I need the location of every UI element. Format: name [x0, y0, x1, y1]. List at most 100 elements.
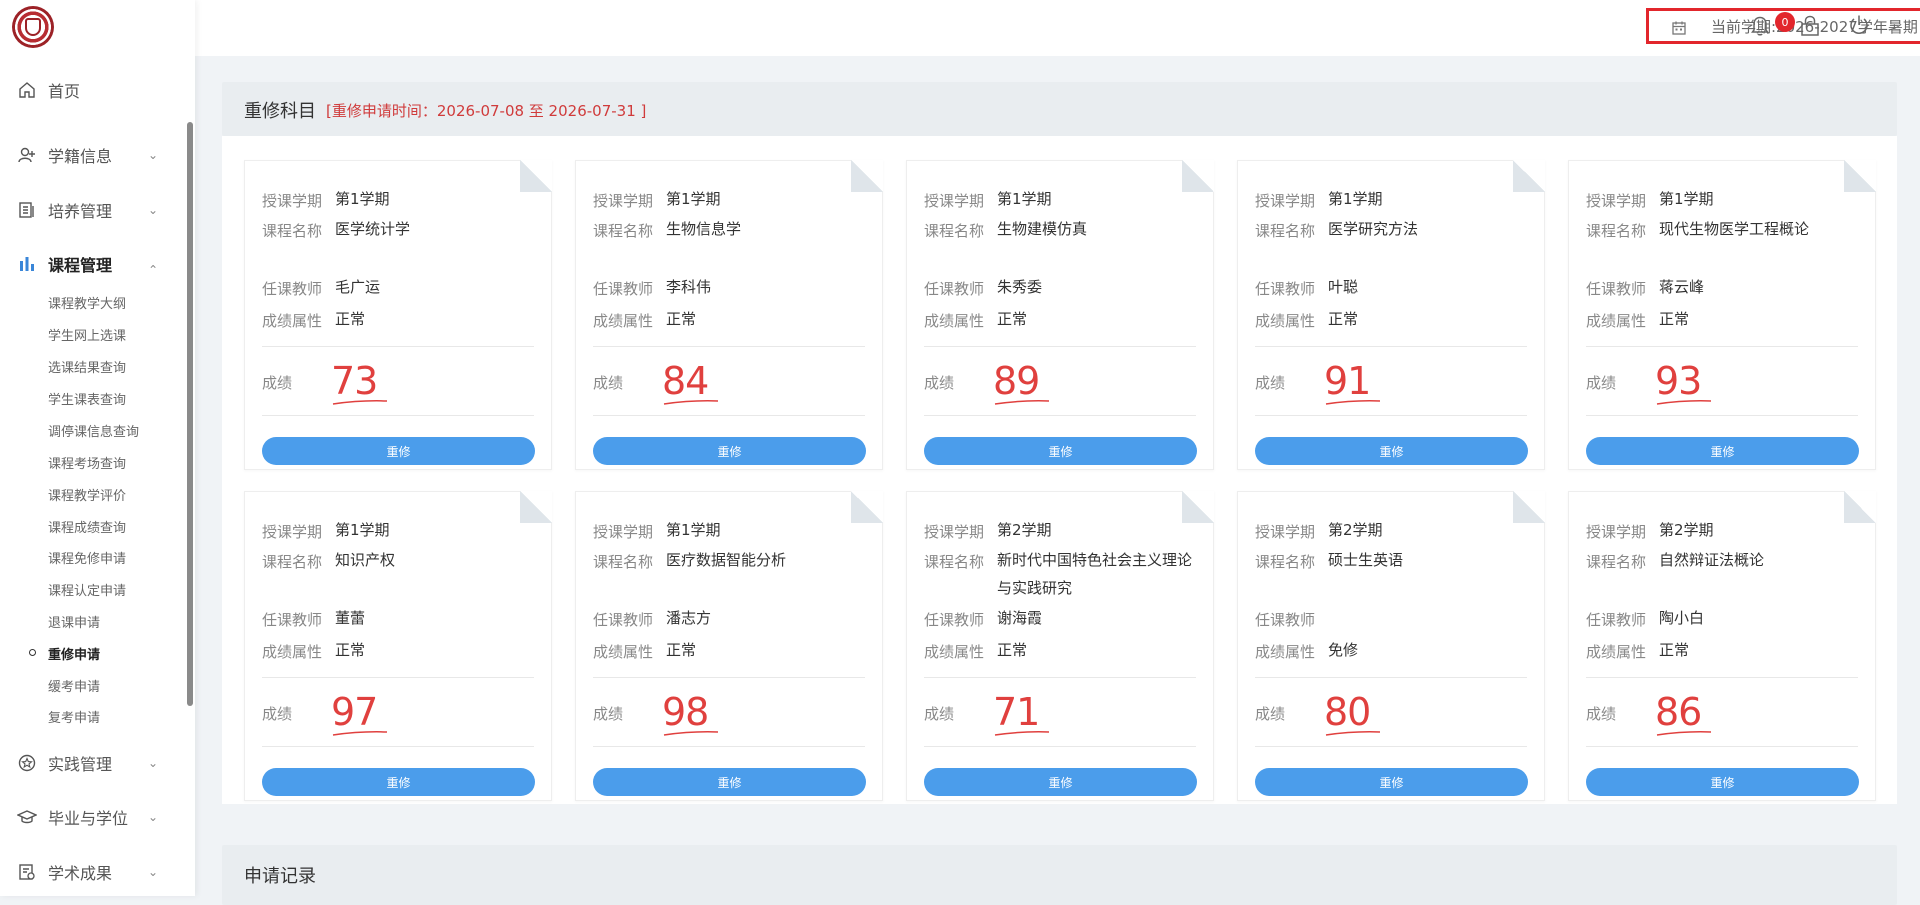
grade-attr-value: 正常 [666, 641, 697, 659]
field-label: 成绩属性 [262, 643, 323, 661]
records-section-header: 申请记录 [222, 845, 1897, 905]
sidebar-item-practice[interactable]: 实践管理 ⌄ [0, 747, 185, 779]
sidebar: 首页 学籍信息 ⌄ 培养管理 ⌄ 课程管理 ⌄ 课程教学大纲 学生网上选课 选课… [0, 0, 195, 896]
score-underline-icon [663, 400, 719, 405]
card-divider [1255, 677, 1527, 678]
lock-icon[interactable] [1797, 12, 1823, 38]
chevron-down-icon: ⌄ [148, 865, 159, 879]
field-label: 课程名称 [1586, 553, 1647, 571]
teacher-value: 朱秀委 [997, 278, 1043, 296]
course-name-value: 自然辩证法概论 [1659, 551, 1765, 569]
score-value: 91 [1324, 359, 1371, 403]
retake-button[interactable]: 重修 [924, 768, 1197, 796]
course-card: 授课学期 第2学期 课程名称 硕士生英语 任课教师 成绩属性 免修 成绩 80 重修 [1237, 491, 1545, 801]
score-value: 98 [662, 690, 709, 734]
field-label: 授课学期 [1586, 192, 1647, 210]
sidebar-item-training[interactable]: 培养管理 ⌄ [0, 194, 185, 226]
sidebar-item-graduation[interactable]: 毕业与学位 ⌄ [0, 801, 185, 833]
submenu-item-syllabus[interactable]: 课程教学大纲 [48, 293, 126, 312]
sidebar-item-course-management[interactable]: 课程管理 ⌄ [0, 248, 185, 280]
submenu-item-timetable[interactable]: 学生课表查询 [48, 389, 126, 408]
submenu-item-recognition[interactable]: 课程认定申请 [48, 580, 126, 599]
field-label: 成绩属性 [1586, 312, 1647, 330]
card-divider [593, 346, 865, 347]
card-divider [262, 346, 534, 347]
sidebar-item-home[interactable]: 首页 [0, 74, 185, 106]
field-label: 成绩属性 [1586, 643, 1647, 661]
field-label: 课程名称 [593, 222, 654, 240]
university-logo[interactable] [12, 6, 54, 48]
grade-attr-value: 正常 [666, 310, 697, 328]
section-title: 申请记录 [244, 866, 316, 887]
bell-icon[interactable] [1747, 12, 1773, 38]
teacher-value: 董蕾 [335, 609, 366, 627]
score-value: 97 [331, 690, 378, 734]
score-display: 73 [331, 359, 401, 405]
semester-value: 第2学期 [1328, 521, 1383, 539]
course-card: 授课学期 第1学期 课程名称 医学统计学 任课教师 毛广运 成绩属性 正常 成绩 73 重修 [244, 160, 552, 470]
retake-button[interactable]: 重修 [262, 437, 535, 465]
score-underline-icon [332, 400, 388, 405]
semester-value: 第1学期 [1328, 190, 1383, 208]
score-value: 89 [993, 359, 1040, 403]
chevron-down-icon: ⌄ [148, 203, 159, 217]
field-label: 成绩 [262, 374, 293, 392]
semester-value: 第2学期 [997, 521, 1052, 539]
card-divider [924, 415, 1196, 416]
submenu-item-class-change[interactable]: 调停课信息查询 [48, 421, 139, 440]
grade-attr-value: 正常 [1659, 641, 1690, 659]
retake-button[interactable]: 重修 [1586, 437, 1859, 465]
field-label: 授课学期 [262, 192, 323, 210]
sidebar-item-academic[interactable]: 学术成果 ⌄ [0, 856, 185, 888]
field-label: 成绩属性 [924, 312, 985, 330]
sidebar-scrollbar[interactable] [187, 122, 193, 706]
field-label: 任课教师 [1586, 611, 1647, 629]
teacher-value: 叶聪 [1328, 278, 1359, 296]
course-name-value: 硕士生英语 [1328, 551, 1404, 569]
field-label: 授课学期 [593, 192, 654, 210]
submenu-item-exemption[interactable]: 课程免修申请 [48, 548, 126, 567]
submenu-item-grades[interactable]: 课程成绩查询 [48, 517, 126, 536]
submenu-item-selection-result[interactable]: 选课结果查询 [48, 357, 126, 376]
submenu-item-evaluation[interactable]: 课程教学评价 [48, 485, 126, 504]
field-label: 成绩属性 [593, 312, 654, 330]
course-card: 授课学期 第1学期 课程名称 生物建模仿真 任课教师 朱秀委 成绩属性 正常 成绩 89 重修 [906, 160, 1214, 470]
submenu-item-re-exam[interactable]: 复考申请 [48, 707, 100, 726]
submenu-item-exam-room[interactable]: 课程考场查询 [48, 453, 126, 472]
card-divider [593, 677, 865, 678]
submenu-item-online-selection[interactable]: 学生网上选课 [48, 325, 126, 344]
retake-button[interactable]: 重修 [593, 768, 866, 796]
section-title: 重修科目 [244, 101, 316, 122]
field-label: 成绩 [1255, 374, 1286, 392]
sidebar-item-label: 毕业与学位 [48, 809, 129, 828]
retake-button[interactable]: 重修 [1255, 437, 1528, 465]
retake-button[interactable]: 重修 [593, 437, 866, 465]
retake-button[interactable]: 重修 [262, 768, 535, 796]
score-underline-icon [1325, 731, 1381, 736]
retake-button[interactable]: 重修 [924, 437, 1197, 465]
score-underline-icon [332, 731, 388, 736]
submenu-item-withdraw[interactable]: 退课申请 [48, 612, 100, 631]
field-label: 授课学期 [593, 523, 654, 541]
grade-attr-value: 正常 [1328, 310, 1359, 328]
score-display: 97 [331, 690, 401, 736]
retake-button[interactable]: 重修 [1586, 768, 1859, 796]
grade-attr-value: 正常 [335, 310, 366, 328]
field-label: 课程名称 [593, 553, 654, 571]
power-icon[interactable] [1846, 12, 1872, 38]
field-label: 任课教师 [593, 611, 654, 629]
field-label: 成绩属性 [593, 643, 654, 661]
certificate-icon [17, 862, 37, 882]
sidebar-item-label: 学术成果 [48, 864, 113, 883]
course-name-value: 医学研究方法 [1328, 220, 1419, 238]
retake-button[interactable]: 重修 [1255, 768, 1528, 796]
grade-attr-value: 正常 [335, 641, 366, 659]
course-name-value: 新时代中国特色社会主义理论与实践研究 [997, 551, 1193, 597]
chevron-down-icon: ⌄ [148, 756, 159, 770]
sidebar-item-student-status[interactable]: 学籍信息 ⌄ [0, 139, 185, 171]
submenu-item-deferred-exam[interactable]: 缓考申请 [48, 676, 100, 695]
submenu-item-retake[interactable]: 重修申请 [48, 644, 100, 663]
field-label: 任课教师 [262, 280, 323, 298]
sidebar-item-label: 培养管理 [48, 202, 113, 221]
retake-period: [重修申请时间：2026-07-08 至 2026-07-31 ] [326, 102, 647, 120]
